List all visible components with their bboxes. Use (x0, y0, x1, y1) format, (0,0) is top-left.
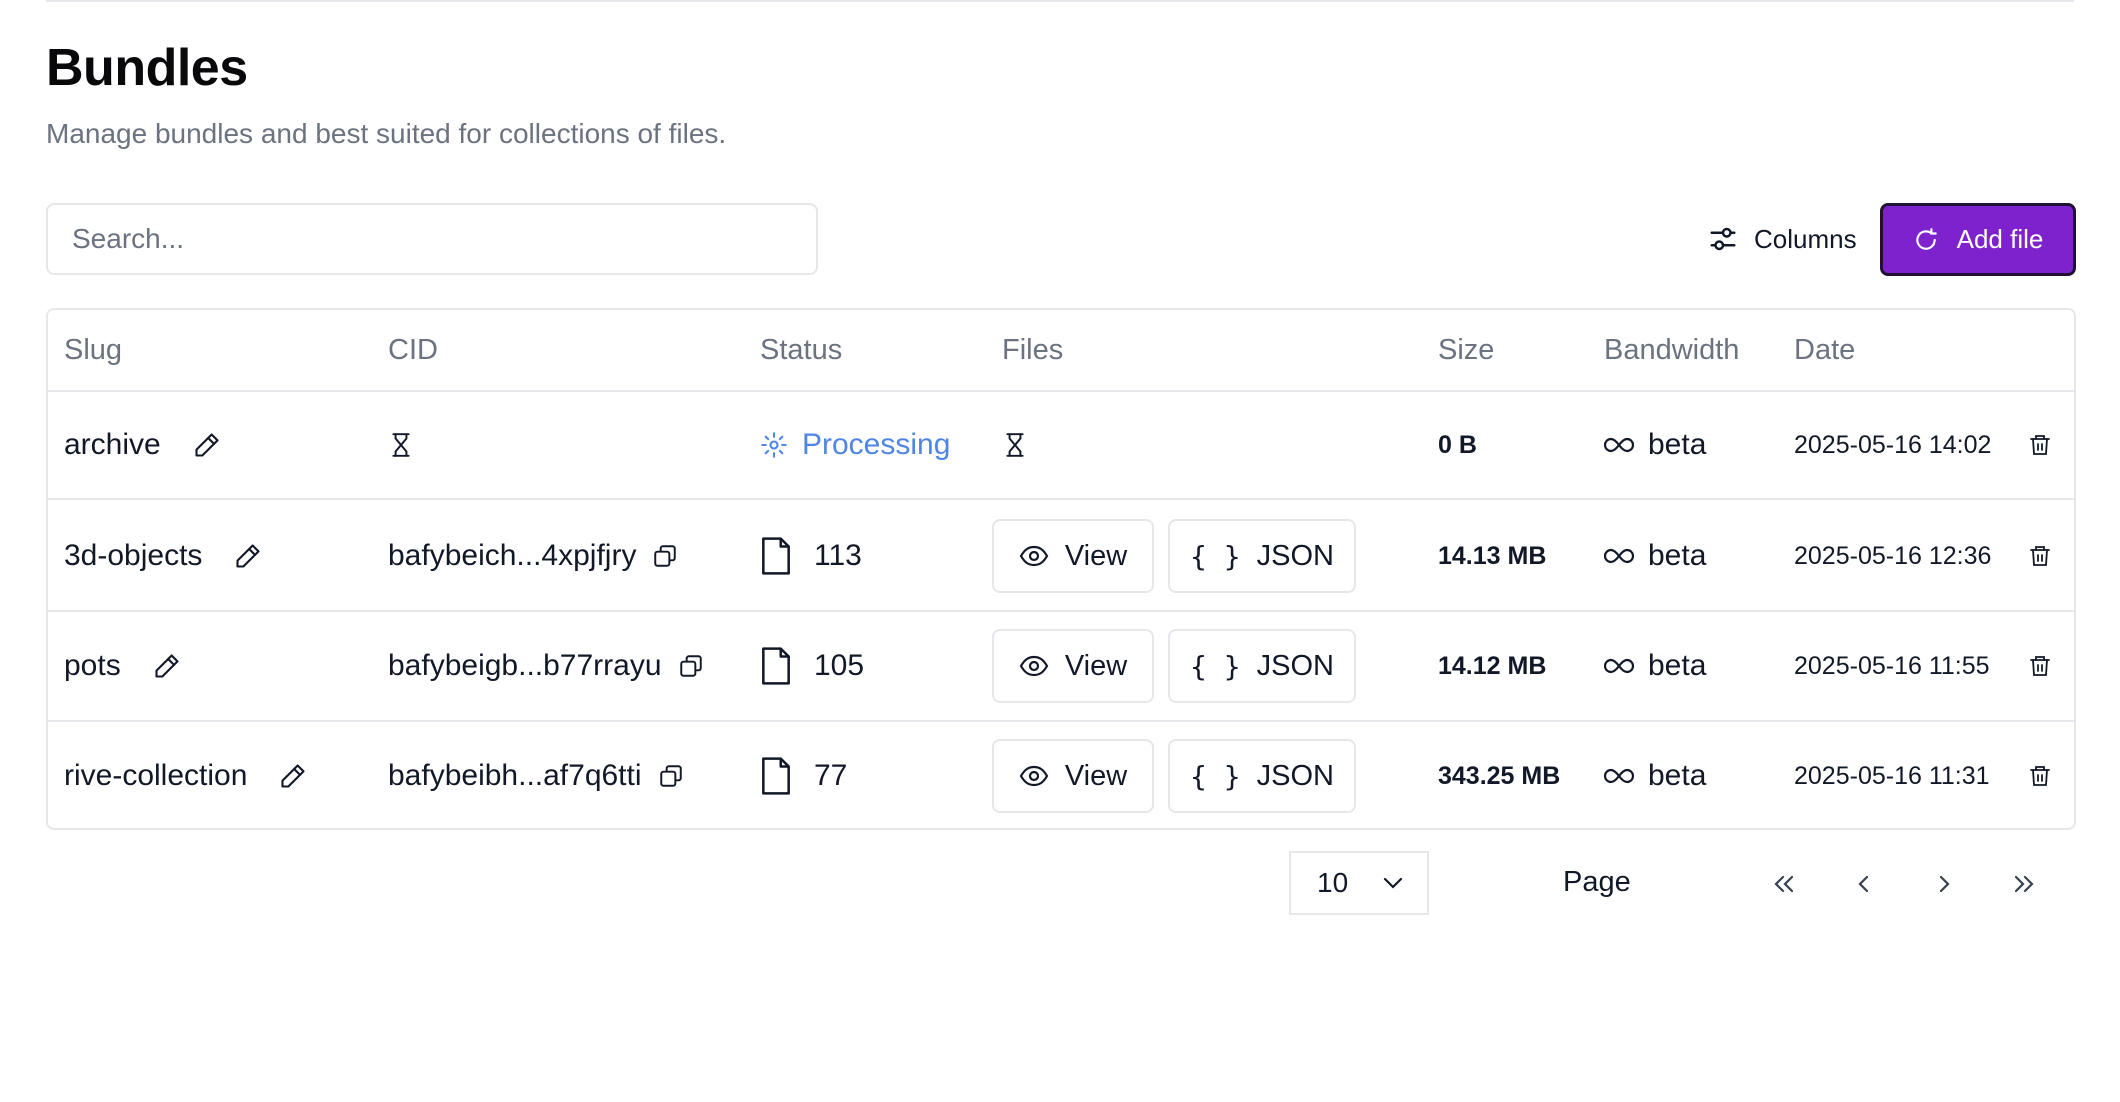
copy-icon[interactable] (652, 543, 678, 569)
eye-icon (1019, 655, 1049, 677)
copy-icon[interactable] (678, 653, 704, 679)
view-button[interactable]: View (992, 739, 1154, 813)
status-text: Processing (802, 428, 951, 461)
file-count: 77 (814, 759, 848, 792)
edit-pencil-icon[interactable] (234, 542, 262, 570)
slug-text: 3d-objects (64, 539, 203, 572)
infinity-icon (1604, 656, 1634, 676)
table-header-row: Slug CID Status Files Size Bandwidth Dat… (48, 310, 2074, 392)
page-label: Page (1563, 866, 1631, 898)
json-label: JSON (1256, 759, 1334, 792)
file-icon (760, 537, 792, 575)
file-count: 113 (814, 539, 862, 572)
page-size-select[interactable]: 10 (1289, 851, 1429, 915)
column-header-bandwidth[interactable]: Bandwidth (1604, 310, 1739, 390)
column-header-size[interactable]: Size (1438, 310, 1494, 390)
page-subtitle: Manage bundles and best suited for colle… (46, 118, 727, 149)
eye-icon (1019, 765, 1049, 787)
json-label: JSON (1256, 539, 1334, 572)
json-button[interactable]: { } JSON (1168, 739, 1356, 813)
bandwidth-value: beta (1648, 649, 1707, 682)
eye-icon (1019, 545, 1049, 567)
edit-pencil-icon[interactable] (193, 431, 221, 459)
size-value: 343.25 MB (1438, 761, 1561, 790)
json-label: JSON (1256, 649, 1334, 682)
chevrons-left-icon (1772, 874, 1796, 894)
slug-text: pots (64, 649, 121, 682)
view-button[interactable]: View (992, 519, 1154, 593)
top-divider (46, 0, 2074, 2)
view-label: View (1064, 649, 1128, 682)
chevron-right-icon (1937, 874, 1951, 894)
chevron-down-icon (1382, 876, 1404, 890)
column-header-date[interactable]: Date (1794, 310, 1855, 390)
delete-trash-icon[interactable] (2028, 612, 2052, 720)
size-value: 14.12 MB (1438, 651, 1547, 680)
column-header-slug[interactable]: Slug (64, 310, 122, 390)
edit-pencil-icon[interactable] (153, 652, 181, 680)
add-file-button[interactable]: Add file (1880, 203, 2076, 276)
bandwidth-value: beta (1648, 539, 1707, 572)
date-value: 2025-05-16 11:55 (1794, 651, 1990, 680)
previous-page-button[interactable] (1842, 862, 1886, 906)
hourglass-icon (1002, 392, 1028, 498)
size-value: 14.13 MB (1438, 541, 1547, 570)
search-input[interactable] (46, 203, 818, 275)
cid-text: bafybeich...4xpjfjry (388, 539, 637, 572)
delete-trash-icon[interactable] (2028, 722, 2052, 828)
bandwidth-value: beta (1648, 759, 1707, 792)
table-row: archive Processing 0 B beta 2025-05-16 1… (48, 392, 2074, 500)
column-header-status[interactable]: Status (760, 310, 842, 390)
chevron-left-icon (1857, 874, 1871, 894)
size-value: 0 B (1438, 430, 1477, 459)
infinity-icon (1604, 766, 1634, 786)
infinity-icon (1604, 546, 1634, 566)
bandwidth-value: beta (1648, 428, 1707, 461)
page-size-value: 10 (1317, 867, 1349, 898)
next-page-button[interactable] (1922, 862, 1966, 906)
last-page-button[interactable] (2002, 862, 2046, 906)
copy-icon[interactable] (658, 763, 684, 789)
braces-icon: { } (1190, 539, 1241, 573)
columns-label: Columns (1754, 223, 1857, 254)
json-button[interactable]: { } JSON (1168, 519, 1356, 593)
view-label: View (1064, 539, 1128, 572)
sliders-icon (1708, 224, 1738, 254)
date-value: 2025-05-16 11:31 (1794, 761, 1990, 790)
hourglass-icon (388, 392, 414, 498)
braces-icon: { } (1190, 649, 1241, 683)
bundles-table: Slug CID Status Files Size Bandwidth Dat… (46, 308, 2076, 830)
cid-text: bafybeigb...b77rrayu (388, 649, 662, 682)
page-title: Bundles (46, 39, 248, 97)
slug-text: archive (64, 428, 161, 461)
add-file-label: Add file (1956, 224, 2044, 254)
table-row: pots bafybeigb...b77rrayu 105 View { } J… (48, 612, 2074, 722)
file-count: 105 (814, 649, 865, 682)
view-label: View (1064, 759, 1128, 792)
table-row: rive-collection bafybeibh...af7q6tti 77 … (48, 722, 2074, 828)
table-row: 3d-objects bafybeich...4xpjfjry 113 View… (48, 502, 2074, 612)
infinity-icon (1604, 435, 1634, 455)
columns-button[interactable]: Columns (1696, 204, 1864, 274)
file-icon (760, 647, 792, 685)
processing-icon (760, 431, 788, 459)
file-icon (760, 757, 792, 795)
column-header-cid[interactable]: CID (388, 310, 438, 390)
slug-text: rive-collection (64, 759, 248, 792)
chevrons-right-icon (2012, 874, 2036, 894)
braces-icon: { } (1190, 759, 1241, 793)
delete-trash-icon[interactable] (2028, 392, 2052, 498)
view-button[interactable]: View (992, 629, 1154, 703)
date-value: 2025-05-16 14:02 (1794, 430, 1992, 459)
refresh-icon (1913, 227, 1939, 253)
cid-text: bafybeibh...af7q6tti (388, 759, 642, 792)
json-button[interactable]: { } JSON (1168, 629, 1356, 703)
column-header-files[interactable]: Files (1002, 310, 1063, 390)
date-value: 2025-05-16 12:36 (1794, 541, 1992, 570)
edit-pencil-icon[interactable] (279, 762, 307, 790)
delete-trash-icon[interactable] (2028, 502, 2052, 610)
first-page-button[interactable] (1762, 862, 1806, 906)
